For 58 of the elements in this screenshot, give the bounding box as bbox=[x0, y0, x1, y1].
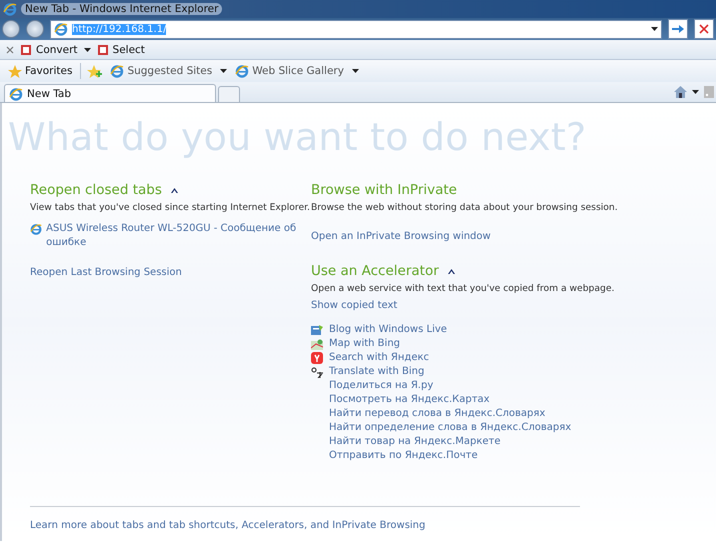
accelerator-link[interactable]: Посмотреть на Яндекс.Картах bbox=[329, 393, 490, 407]
learn-more-link[interactable]: Learn more about tabs and tab shortcuts, Accelerators, and InPrivate Browsing bbox=[30, 520, 426, 531]
accelerator-link[interactable]: Найти товар на Яндекс.Маркете bbox=[329, 435, 501, 449]
caret-icon[interactable] bbox=[220, 69, 228, 73]
back-button[interactable] bbox=[2, 20, 20, 38]
section-title: Browse with InPrivate bbox=[311, 182, 457, 198]
page-icon bbox=[110, 64, 124, 78]
forward-button[interactable] bbox=[26, 20, 44, 38]
section-title: Use an Accelerator bbox=[311, 263, 439, 279]
y-badge-icon bbox=[311, 352, 323, 364]
stop-button[interactable] bbox=[694, 19, 714, 39]
accelerator-link[interactable]: Отправить по Яндекс.Почте bbox=[329, 449, 478, 463]
collapse-icon[interactable] bbox=[448, 268, 455, 274]
map-icon bbox=[311, 338, 323, 350]
page-icon bbox=[54, 22, 68, 36]
caret-icon[interactable] bbox=[651, 27, 658, 31]
reopen-session-link[interactable]: Reopen Last Browsing Session bbox=[30, 266, 182, 280]
favorites-link[interactable]: Suggested Sites bbox=[108, 64, 214, 78]
caret-icon[interactable] bbox=[84, 48, 91, 52]
accelerator-link[interactable]: Translate with Bing bbox=[329, 365, 424, 379]
accelerator-link[interactable]: Поделиться на Я.ру bbox=[329, 379, 434, 393]
close-icon[interactable] bbox=[6, 46, 14, 54]
section-description: Browse the web without storing data about your browsing session. bbox=[311, 201, 618, 214]
section-description: Open a web service with text that you've copied from a webpage. bbox=[311, 282, 614, 295]
section-title: Reopen closed tabs bbox=[30, 182, 162, 198]
arrow-icon bbox=[672, 24, 684, 34]
convert-button[interactable]: Convert bbox=[18, 43, 80, 56]
translate-icon bbox=[311, 366, 323, 378]
window-title: New Tab - Windows Internet Explorer bbox=[21, 3, 222, 15]
pencil-page-icon bbox=[311, 324, 323, 336]
ie-icon bbox=[3, 2, 17, 16]
closed-tab-link[interactable]: ASUS Wireless Router WL-520GU - Сообщение об ошибке bbox=[46, 222, 300, 250]
accelerator-link[interactable]: Blog with Windows Live bbox=[329, 323, 447, 337]
select-button[interactable]: Select bbox=[94, 43, 147, 56]
star-icon bbox=[8, 64, 22, 78]
document-icon bbox=[20, 43, 33, 56]
favorites-button[interactable]: Favorites bbox=[6, 64, 74, 78]
section-description: View tabs that you've closed since starting Internet Explorer. bbox=[30, 201, 310, 214]
accelerator-link[interactable]: Search with Яндекс bbox=[329, 351, 430, 365]
document-icon bbox=[96, 43, 110, 56]
accelerator-link[interactable]: Найти перевод слова в Яндекс.Словарях bbox=[329, 407, 546, 421]
caret-icon[interactable] bbox=[352, 69, 359, 73]
address-field[interactable]: http://192.168.1.1/ bbox=[50, 20, 662, 38]
accelerator-link[interactable]: Найти определение слова в Яндекс.Словарях bbox=[329, 421, 572, 435]
show-copied-link[interactable]: Show copied text bbox=[311, 299, 398, 313]
inprivate-link[interactable]: Open an InPrivate Browsing window bbox=[311, 230, 491, 244]
home-icon[interactable] bbox=[674, 86, 687, 98]
favorites-link[interactable]: Web Slice Gallery bbox=[233, 64, 346, 78]
add-favorite-icon[interactable] bbox=[87, 64, 102, 78]
accelerator-link[interactable]: Map with Bing bbox=[329, 337, 400, 351]
browser-tab[interactable]: New Tab bbox=[4, 84, 216, 102]
caret-icon[interactable] bbox=[692, 90, 699, 94]
go-button[interactable] bbox=[668, 19, 688, 39]
ie-icon bbox=[30, 222, 42, 236]
ie-icon bbox=[9, 86, 23, 100]
collapse-icon[interactable] bbox=[170, 188, 178, 192]
page-icon bbox=[235, 64, 250, 78]
close-icon bbox=[699, 24, 709, 34]
